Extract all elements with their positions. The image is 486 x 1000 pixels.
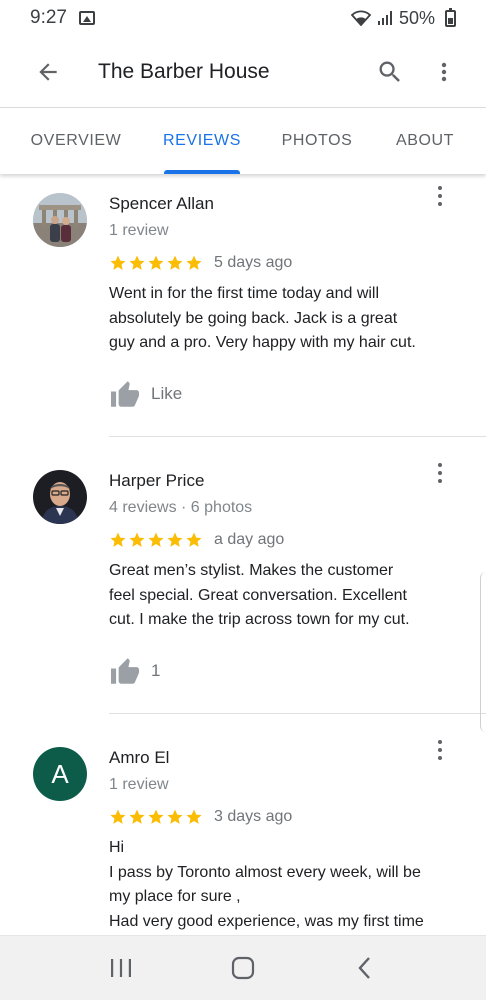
reviewer-name[interactable]: Spencer Allan: [109, 194, 456, 214]
tab-photos[interactable]: PHOTOS: [282, 108, 352, 174]
status-right: 50%: [350, 7, 456, 29]
system-nav-bar: [0, 935, 486, 1000]
review-text: Hi I pass by Toronto almost every week, …: [109, 839, 424, 930]
star-icon: [129, 809, 145, 824]
review-more-button[interactable]: [430, 738, 450, 762]
star-icon: [167, 255, 183, 270]
reviews-list[interactable]: Spencer Allan 1 review 5 days ago Went i…: [0, 174, 486, 935]
more-options-button[interactable]: [424, 52, 464, 92]
back-nav-button[interactable]: [335, 943, 395, 993]
dot: [438, 463, 442, 467]
review-date: 3 days ago: [214, 808, 293, 825]
star-icon: [110, 255, 126, 270]
recent-apps-button[interactable]: [91, 943, 151, 993]
star-icon: [129, 255, 145, 270]
star-icon: [167, 532, 183, 547]
status-bar: 9:27 50%: [0, 0, 486, 36]
signal-icon: [377, 11, 392, 25]
star-icon: [148, 255, 164, 270]
dot: [438, 740, 442, 744]
reviewer-meta: 1 review: [109, 776, 169, 793]
reviewer-name[interactable]: Amro El: [109, 748, 456, 768]
dot: [438, 202, 442, 206]
avatar[interactable]: [33, 470, 87, 524]
battery-percent: 50%: [398, 7, 435, 28]
recent-apps-icon: [111, 959, 131, 977]
star-icon: [186, 532, 202, 547]
star-icon: [186, 255, 202, 270]
home-button[interactable]: [213, 943, 273, 993]
rating-row: a day ago: [109, 531, 456, 549]
dot: [438, 471, 442, 475]
app-bar: The Barber House: [0, 36, 486, 108]
divider: [109, 436, 486, 437]
scroll-edge-indicator: [480, 572, 486, 732]
avatar[interactable]: [33, 193, 87, 247]
dot: [438, 748, 442, 752]
review-date: a day ago: [214, 531, 285, 548]
wifi-icon: [350, 10, 371, 26]
dot: [438, 194, 442, 198]
like-count: 1: [151, 660, 161, 680]
battery-icon: [445, 7, 456, 27]
home-icon: [231, 956, 255, 980]
star-icon: [148, 809, 164, 824]
divider: [109, 713, 486, 714]
rating-row: 5 days ago: [109, 254, 456, 272]
rating-row: 3 days ago: [109, 808, 456, 826]
star-icon: [110, 532, 126, 547]
review-date: 5 days ago: [214, 254, 293, 271]
review-text: Went in for the first time today and wil…: [109, 285, 416, 351]
tab-overview[interactable]: OVERVIEW: [31, 108, 121, 174]
thumb-up-icon: [111, 657, 139, 684]
search-button[interactable]: [370, 52, 410, 92]
page-title: The Barber House: [98, 59, 270, 83]
reviewer-meta: 4 reviews · 6 photos: [109, 499, 253, 516]
like-button[interactable]: Like: [109, 380, 456, 408]
back-button[interactable]: [28, 52, 68, 92]
star-icon: [148, 532, 164, 547]
search-icon: [379, 61, 400, 82]
chevron-left-icon: [358, 957, 370, 979]
avatar-letter: A: [51, 758, 69, 789]
like-label: Like: [151, 383, 183, 403]
tab-bar: OVERVIEW REVIEWS PHOTOS ABOUT: [0, 108, 486, 174]
star-icon: [110, 809, 126, 824]
review-more-button[interactable]: [430, 184, 450, 208]
reviewer-meta: 1 review: [109, 222, 169, 239]
avatar-photo: [33, 470, 87, 524]
status-time: 9:27: [30, 7, 67, 28]
more-vert-icon: [441, 62, 447, 81]
star-rating: [109, 808, 203, 826]
star-rating: [109, 531, 203, 549]
like-button[interactable]: 1: [109, 657, 456, 685]
star-icon: [167, 809, 183, 824]
dot: [438, 479, 442, 483]
tab-reviews[interactable]: REVIEWS: [163, 108, 240, 174]
avatar-photo: [33, 193, 87, 247]
star-icon: [186, 809, 202, 824]
star-icon: [129, 532, 145, 547]
avatar[interactable]: A: [33, 747, 87, 801]
review-body: Spencer Allan 1 review 5 days ago Went i…: [109, 194, 456, 408]
review-body: Amro El 1 review 3 days ago Hi I pass by…: [109, 748, 456, 934]
gallery-notification-icon: [78, 11, 95, 25]
reviewer-name[interactable]: Harper Price: [109, 471, 456, 491]
dot: [438, 756, 442, 760]
review-more-button[interactable]: [430, 461, 450, 485]
star-rating: [109, 254, 203, 272]
dot: [438, 186, 442, 190]
review-body: Harper Price 4 reviews · 6 photos a day …: [109, 471, 456, 685]
arrow-back-icon: [39, 62, 57, 81]
review-text: Great men’s stylist. Makes the customer …: [109, 562, 410, 628]
tab-about[interactable]: ABOUT: [396, 108, 454, 174]
thumb-up-icon: [111, 380, 139, 407]
